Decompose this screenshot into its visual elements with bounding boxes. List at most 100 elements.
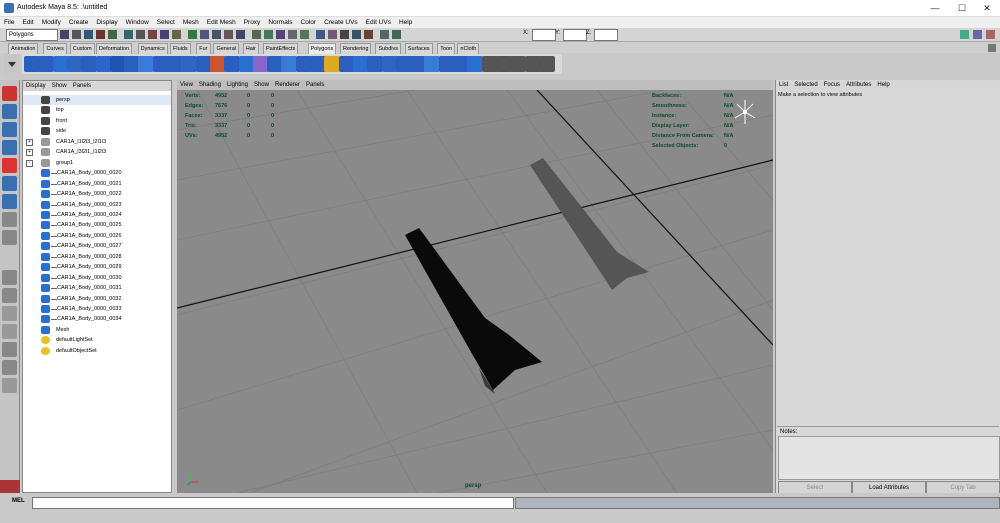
toolbox-tool-icon[interactable]	[2, 194, 17, 209]
shelf-tab-fluids[interactable]: Fluids	[170, 43, 191, 54]
outliner-item[interactable]: CAR1A_Body_0000_0031	[23, 283, 171, 293]
status-tool-icon[interactable]	[264, 30, 273, 39]
status-tool-icon[interactable]	[224, 30, 233, 39]
notes-field[interactable]	[778, 436, 1000, 480]
status-tool-icon[interactable]	[108, 30, 117, 39]
menu-create-uvs[interactable]: Create UVs	[320, 17, 362, 28]
outliner-item[interactable]: CAR1A_Body_0000_0025	[23, 220, 171, 230]
shelf-tab-toon[interactable]: Toon	[437, 43, 456, 54]
toolbox-tool-icon[interactable]	[2, 176, 17, 191]
toolbox-tool-icon[interactable]	[2, 230, 17, 245]
toolbox-tool-icon[interactable]	[2, 122, 17, 137]
status-tool-icon[interactable]	[288, 30, 297, 39]
outliner-item[interactable]: CAR1A_Body_0000_0020	[23, 168, 171, 178]
menu-color[interactable]: Color	[297, 17, 321, 28]
toolbox-tool-icon[interactable]	[2, 288, 17, 303]
shelf-tab-surfaces[interactable]: Surfaces	[404, 43, 433, 54]
shelf-tool-icon[interactable]	[81, 56, 98, 72]
shelf-tool-icon[interactable]	[538, 56, 555, 72]
shelf-tool-icon[interactable]	[324, 56, 341, 72]
shelf-tab-ncloth[interactable]: nCloth	[457, 43, 480, 54]
expand-toggle-icon[interactable]: -	[26, 159, 33, 167]
menu-edit[interactable]: Edit	[18, 17, 37, 28]
shelf-tool-icon[interactable]	[38, 56, 55, 72]
menu-file[interactable]: File	[0, 17, 18, 28]
shelf-tool-icon[interactable]	[138, 56, 155, 72]
attr-menu-list[interactable]: List	[776, 82, 791, 88]
shelf-tab-animation[interactable]: Animation	[8, 43, 39, 54]
status-tool-icon[interactable]	[340, 30, 349, 39]
shelf-tab-painteffects[interactable]: PaintEffects	[263, 43, 299, 54]
status-tool-icon[interactable]	[96, 30, 105, 39]
mesh-object-black[interactable]	[405, 228, 542, 390]
outliner-item[interactable]: CAR1A_Body_0000_0033	[23, 304, 171, 314]
mel-label[interactable]: MEL	[12, 498, 25, 504]
channel-box-toggle-icon[interactable]	[960, 30, 969, 39]
attr-menu-help[interactable]: Help	[874, 82, 892, 88]
outliner-item[interactable]: - group1	[23, 158, 171, 168]
outliner-item[interactable]: CAR1A_Body_0000_0023	[23, 200, 171, 210]
status-tool-icon[interactable]	[60, 30, 69, 39]
attr-menu-selected[interactable]: Selected	[791, 82, 820, 88]
menu-mesh[interactable]: Mesh	[179, 17, 203, 28]
mesh-object-gray[interactable]	[530, 158, 649, 290]
shelf-tab-curves[interactable]: Curves	[43, 43, 67, 54]
toolbox-tool-icon[interactable]	[2, 306, 17, 321]
outliner-item[interactable]: CAR1A_Body_0000_0032	[23, 294, 171, 304]
menu-edit-uvs[interactable]: Edit UVs	[362, 17, 395, 28]
menu-help[interactable]: Help	[395, 17, 416, 28]
outliner-menu-panels[interactable]: Panels	[70, 83, 94, 89]
select-tool-icon[interactable]	[2, 86, 17, 101]
menu-edit-mesh[interactable]: Edit Mesh	[203, 17, 240, 28]
outliner-item[interactable]: CAR1A_Body_0000_0026	[23, 231, 171, 241]
outliner-item[interactable]: CAR1A_Body_0000_0022	[23, 189, 171, 199]
menu-proxy[interactable]: Proxy	[240, 17, 265, 28]
toolbox-tool-icon[interactable]	[2, 140, 17, 155]
outliner-item[interactable]: + CAR1A_l3l2l1_l1l2l3	[23, 147, 171, 157]
status-tool-icon[interactable]	[72, 30, 81, 39]
expand-toggle-icon[interactable]: +	[26, 149, 33, 157]
x-field[interactable]	[532, 29, 556, 41]
viewport-menu-show[interactable]: Show	[251, 82, 272, 88]
outliner-item[interactable]: CAR1A_Body_0000_0024	[23, 210, 171, 220]
menu-window[interactable]: Window	[122, 17, 153, 28]
maximize-button[interactable]: ☐	[949, 2, 975, 15]
status-tool-icon[interactable]	[212, 30, 221, 39]
status-tool-icon[interactable]	[124, 30, 133, 39]
outliner-item[interactable]: persp	[23, 95, 171, 105]
outliner-item[interactable]: CAR1A_Body_0000_0029	[23, 262, 171, 272]
y-field[interactable]	[563, 29, 587, 41]
status-tool-icon[interactable]	[392, 30, 401, 39]
toolbox-tool-icon[interactable]	[2, 324, 17, 339]
toolbox-tool-icon[interactable]	[2, 360, 17, 375]
status-tool-icon[interactable]	[300, 30, 309, 39]
toolbox-tool-icon[interactable]	[2, 212, 17, 227]
trash-icon[interactable]	[988, 44, 996, 52]
tool-settings-toggle-icon[interactable]	[986, 30, 995, 39]
shelf-tool-icon[interactable]	[467, 56, 484, 72]
outliner-item[interactable]: CAR1A_Body_0000_0030	[23, 273, 171, 283]
status-tool-icon[interactable]	[188, 30, 197, 39]
shelf-tab-subdivs[interactable]: Subdivs	[375, 43, 402, 54]
z-field[interactable]	[594, 29, 618, 41]
outliner-item[interactable]: defaultLightSet	[23, 335, 171, 345]
shelf-tab-deformation[interactable]: Deformation	[96, 43, 133, 54]
close-button[interactable]: ✕	[974, 2, 1000, 15]
status-tool-icon[interactable]	[236, 30, 245, 39]
shelf-tool-icon[interactable]	[281, 56, 298, 72]
expand-toggle-icon[interactable]: +	[26, 138, 33, 146]
viewport-menu-panels[interactable]: Panels	[303, 82, 327, 88]
attribute-editor-toggle-icon[interactable]	[973, 30, 982, 39]
shelf-tool-icon[interactable]	[367, 56, 384, 72]
status-tool-icon[interactable]	[364, 30, 373, 39]
outliner-item[interactable]: CAR1A_Body_0000_0034	[23, 314, 171, 324]
status-tool-icon[interactable]	[136, 30, 145, 39]
outliner-item[interactable]: Mesh	[23, 325, 171, 335]
outliner-item[interactable]: CAR1A_Body_0000_0028	[23, 252, 171, 262]
menu-display[interactable]: Display	[92, 17, 121, 28]
outliner-item[interactable]: side	[23, 126, 171, 136]
toolbox-tool-icon[interactable]	[2, 158, 17, 173]
viewport-menu-renderer[interactable]: Renderer	[272, 82, 303, 88]
shelf-tool-icon[interactable]	[424, 56, 441, 72]
outliner-item[interactable]: + CAR1A_l1l2l3_l2l1l3	[23, 137, 171, 147]
